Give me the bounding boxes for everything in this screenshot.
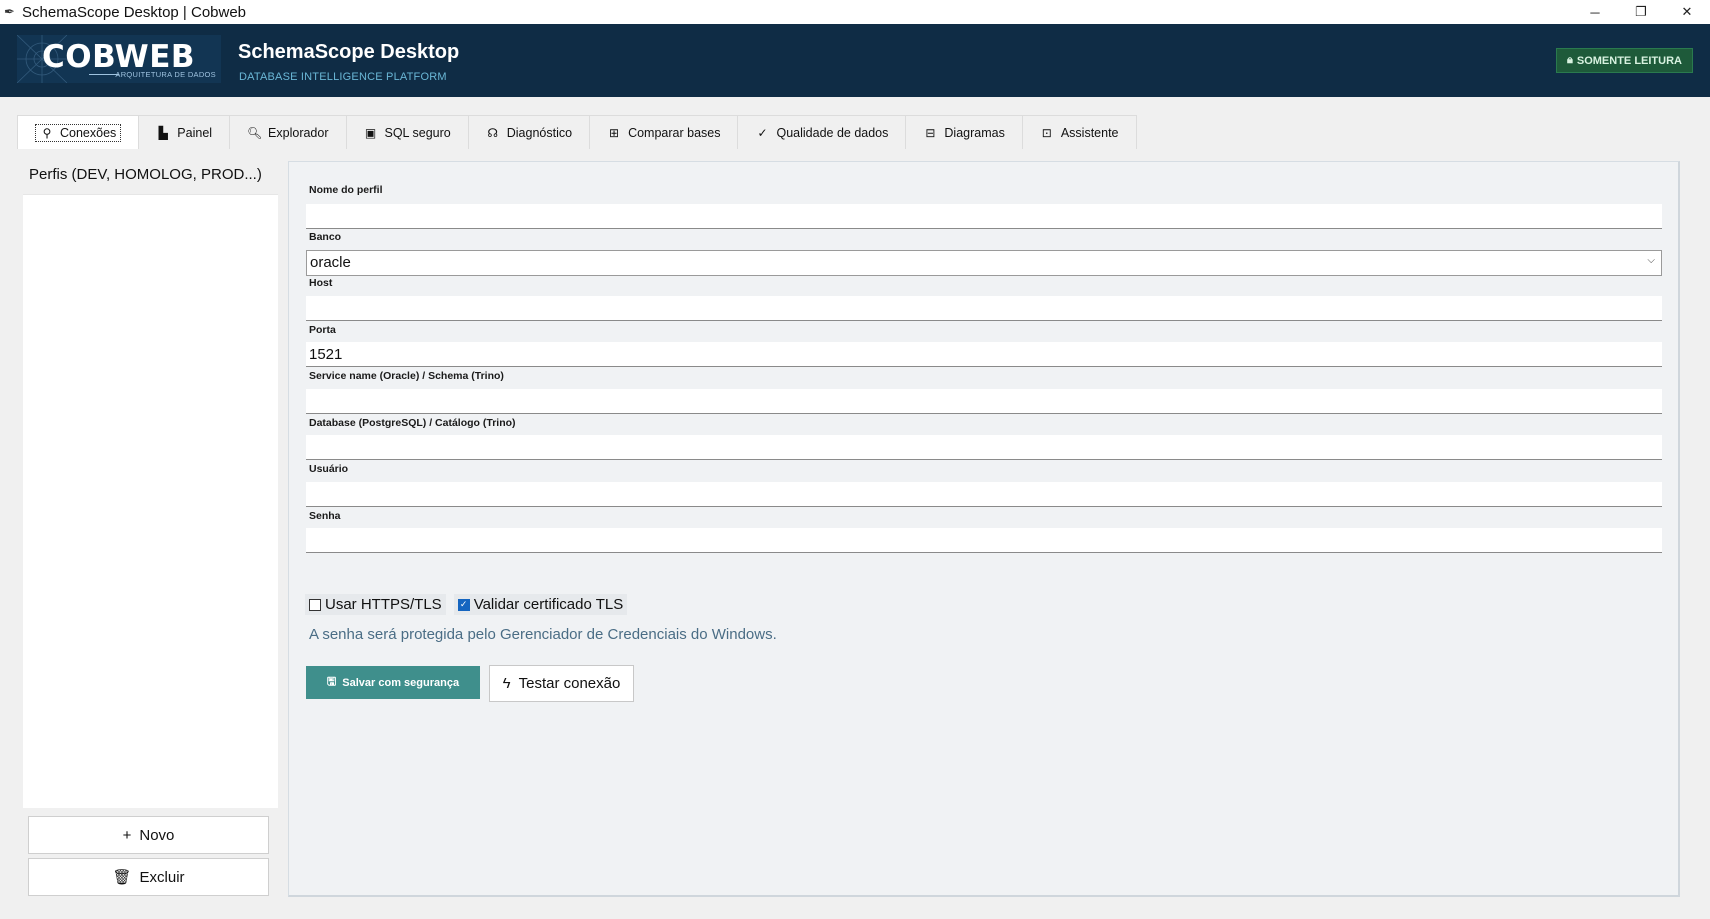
database-type-value: oracle <box>310 254 351 271</box>
profile-list[interactable] <box>23 194 278 808</box>
tab-label: Diagnóstico <box>506 125 573 140</box>
tab-label: Diagramas <box>944 125 1005 140</box>
tab-comparar-bases[interactable]: ⊞ Comparar bases <box>589 115 739 149</box>
connection-form: Nome do perfil Banco oracle ⌵ Host Porta… <box>288 161 1680 897</box>
delete-profile-button[interactable]: 🗑︎ Excluir <box>28 858 269 896</box>
chevron-down-icon: ⌵ <box>1647 255 1655 266</box>
check-icon: ✓ <box>757 125 768 140</box>
app-subtitle: DATABASE INTELLIGENCE PLATFORM <box>239 71 447 83</box>
tab-label: Assistente <box>1060 125 1119 140</box>
new-profile-button[interactable]: + Novo <box>28 816 269 854</box>
readonly-badge-label: SOMENTE LEITURA <box>1576 54 1682 67</box>
trash-icon: 🗑︎ <box>112 869 132 886</box>
cobweb-logo: COBWEB ARQUITETURA DE DADOS <box>17 35 221 83</box>
password-hint: A senha será protegida pelo Gerenciador … <box>309 626 777 643</box>
close-button[interactable]: ✕ <box>1664 0 1710 24</box>
tab-label: Qualidade de dados <box>776 125 889 140</box>
window-titlebar: ✒ SchemaScope Desktop | Cobweb ─ ❐ ✕ <box>0 0 1710 24</box>
minimize-button[interactable]: ─ <box>1572 0 1618 24</box>
delete-profile-label: Excluir <box>139 868 185 886</box>
app-header: COBWEB ARQUITETURA DE DADOS SchemaScope … <box>0 24 1710 97</box>
use-https-label: Usar HTTPS/TLS <box>325 596 442 613</box>
tab-label: SQL seguro <box>384 125 451 140</box>
tab-label: Explorador <box>268 125 329 140</box>
profile-name-field[interactable] <box>306 204 1662 229</box>
tab-diagramas[interactable]: ⊟ Diagramas <box>905 115 1023 149</box>
tab-assistente[interactable]: ⊡ Assistente <box>1021 115 1137 149</box>
lightning-icon: ϟ <box>502 675 511 692</box>
floppy-disk-icon: 🖫︎ <box>326 676 337 688</box>
save-button[interactable]: 🖫︎ Salvar com segurança <box>306 666 480 699</box>
tls-options: Usar HTTPS/TLS ✓ Validar certificado TLS <box>305 594 628 615</box>
window-controls: ─ ❐ ✕ <box>1572 0 1710 24</box>
magnifier-icon: 🔍︎ <box>247 125 263 140</box>
port-field[interactable] <box>306 342 1662 367</box>
compare-icon: ⊞ <box>609 125 620 140</box>
readonly-badge: 🔒︎ SOMENTE LEITURA <box>1556 48 1693 73</box>
profiles-panel: Perfis (DEV, HOMOLOG, PROD...) + Novo 🗑︎… <box>17 149 282 901</box>
database-type-select[interactable]: oracle ⌵ <box>306 250 1662 276</box>
app-title: SchemaScope Desktop <box>238 41 460 63</box>
diagram-icon: ⊟ <box>925 125 936 140</box>
database-name-label: Database (PostgreSQL) / Catálogo (Trino) <box>309 417 516 429</box>
tab-painel[interactable]: ▙ Painel <box>138 115 231 149</box>
tab-focus-frame: ⚲ Conexões <box>35 123 122 142</box>
host-field[interactable] <box>306 296 1662 321</box>
profile-name-label: Nome do perfil <box>309 184 383 196</box>
password-label: Senha <box>309 510 341 522</box>
window-title: SchemaScope Desktop | Cobweb <box>22 3 247 21</box>
database-type-label: Banco <box>309 231 342 243</box>
use-https-checkbox[interactable]: Usar HTTPS/TLS <box>305 594 446 615</box>
service-name-label: Service name (Oracle) / Schema (Trino) <box>309 370 504 382</box>
monitor-icon: ▣ <box>364 125 377 140</box>
tab-conexoes[interactable]: ⚲ Conexões <box>17 115 140 149</box>
user-field[interactable] <box>306 482 1662 507</box>
lock-icon: 🔒︎ <box>1567 54 1573 66</box>
tab-diagnostico[interactable]: ☊ Diagnóstico <box>467 115 591 149</box>
validate-tls-label: Validar certificado TLS <box>473 596 624 613</box>
tab-label: Painel <box>177 125 213 140</box>
app-feather-icon: ✒ <box>4 4 15 19</box>
plus-icon: + <box>122 826 132 844</box>
tab-sql-seguro[interactable]: ▣ SQL seguro <box>345 115 469 149</box>
tab-label: Comparar bases <box>628 125 721 140</box>
user-label: Usuário <box>309 463 349 475</box>
new-profile-label: Novo <box>139 826 175 844</box>
port-label: Porta <box>309 324 336 336</box>
stethoscope-icon: ☊ <box>487 125 499 140</box>
robot-icon: ⊡ <box>1041 125 1052 140</box>
dashboard-icon: ▙ <box>158 125 168 140</box>
tab-label: Conexões <box>60 125 117 140</box>
plug-icon: ⚲ <box>42 125 52 140</box>
profiles-heading: Perfis (DEV, HOMOLOG, PROD...) <box>29 166 262 183</box>
maximize-button[interactable]: ❐ <box>1618 0 1664 24</box>
test-connection-label: Testar conexão <box>518 675 621 692</box>
logo-subtitle: ARQUITETURA DE DADOS <box>115 70 216 79</box>
save-button-label: Salvar com segurança <box>342 676 460 689</box>
validate-tls-checkbox[interactable]: ✓ Validar certificado TLS <box>453 594 628 615</box>
service-name-field[interactable] <box>306 389 1662 414</box>
password-field[interactable] <box>306 528 1662 553</box>
main-tabs: ⚲ Conexões ▙ Painel 🔍︎ Explorador ▣ SQL … <box>17 115 1137 149</box>
checkbox-unchecked-icon <box>309 598 321 611</box>
checkbox-checked-icon: ✓ <box>457 598 470 611</box>
tab-qualidade-de-dados[interactable]: ✓ Qualidade de dados <box>737 115 907 149</box>
test-connection-button[interactable]: ϟ Testar conexão <box>489 665 634 702</box>
database-name-field[interactable] <box>306 435 1662 460</box>
tab-explorador[interactable]: 🔍︎ Explorador <box>229 115 347 149</box>
host-label: Host <box>309 277 333 289</box>
